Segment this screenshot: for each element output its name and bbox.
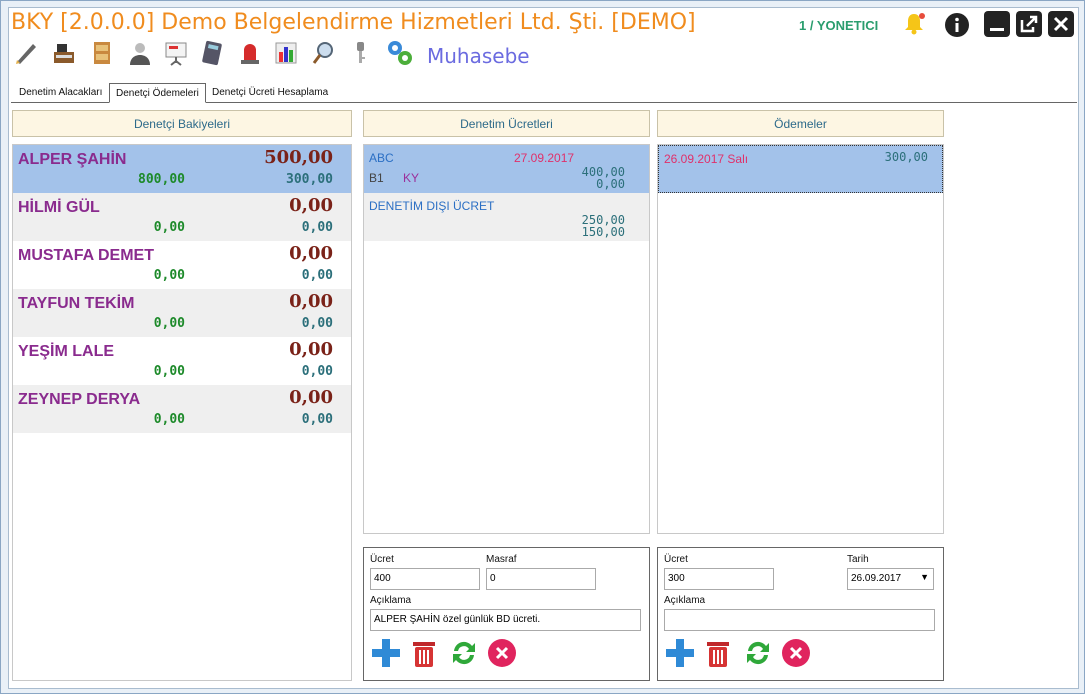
tab-auditor-payments[interactable]: Denetçi Ödemeleri <box>109 83 206 103</box>
pay-ucret-input[interactable]: 300 <box>664 568 774 590</box>
presentation-icon[interactable] <box>163 40 189 66</box>
earned-value: 0,00 <box>153 316 185 331</box>
tab-bar: Denetim Alacakları Denetçi Ödemeleri Den… <box>11 83 1077 103</box>
tab-auditor-fee-calculation[interactable]: Denetçi Ücreti Hesaplama <box>206 83 334 103</box>
list-item[interactable]: ABC 27.09.2017 B1 KY 400,00 0,00 <box>364 145 649 193</box>
fee-client: DENETİM DIŞI ÜCRET <box>369 199 495 213</box>
pay-date-value: 26.09.2017 <box>851 573 902 584</box>
fee-type: KY <box>403 171 420 185</box>
add-icon[interactable] <box>370 637 402 669</box>
balance-value: 0,00 <box>289 387 333 408</box>
list-item[interactable]: MUSTAFA DEMET 0,00 0,00 0,00 <box>13 241 351 289</box>
auditor-name: ALPER ŞAHİN <box>18 151 127 168</box>
pay-tarih-label: Tarih <box>847 554 869 565</box>
list-item[interactable]: YEŞİM LALE 0,00 0,00 0,00 <box>13 337 351 385</box>
balances-header: Denetçi Bakiyeleri <box>12 110 352 137</box>
gears-icon[interactable] <box>385 38 415 68</box>
auditor-name: TAYFUN TEKİM <box>18 295 135 312</box>
payments-header: Ödemeler <box>657 110 944 137</box>
paid-value: 0,00 <box>301 268 333 283</box>
auditor-name: MUSTAFA DEMET <box>18 247 154 264</box>
fee-masraf-label: Masraf <box>486 554 517 565</box>
list-item[interactable]: HİLMİ GÜL 0,00 0,00 0,00 <box>13 193 351 241</box>
list-item[interactable]: ZEYNEP DERYA 0,00 0,00 0,00 <box>13 385 351 433</box>
fee-form: Ücret Masraf 400 0 Açıklama ALPER ŞAHİN … <box>363 547 650 681</box>
auditor-name: ZEYNEP DERYA <box>18 391 141 408</box>
trash-icon[interactable] <box>408 637 440 669</box>
auditor-name: YEŞİM LALE <box>18 343 115 360</box>
tab-audit-receivables[interactable]: Denetim Alacakları <box>13 83 108 103</box>
pen-icon[interactable] <box>13 40 39 66</box>
earned-value: 0,00 <box>153 220 185 235</box>
balance-value: 0,00 <box>289 291 333 312</box>
fees-list[interactable]: ABC 27.09.2017 B1 KY 400,00 0,00 DENETİM… <box>363 144 650 534</box>
paid-value: 0,00 <box>301 220 333 235</box>
paid-value: 300,00 <box>286 172 333 187</box>
balance-value: 500,00 <box>264 147 333 168</box>
fee-client: ABC <box>369 151 394 165</box>
close-button[interactable] <box>1048 11 1074 37</box>
fee-expense: 150,00 <box>581 225 625 239</box>
list-item[interactable]: ALPER ŞAHİN 500,00 800,00 300,00 <box>13 145 351 193</box>
popout-button[interactable] <box>1016 11 1042 37</box>
balance-value: 0,00 <box>289 243 333 264</box>
paid-value: 0,00 <box>301 412 333 427</box>
paid-value: 0,00 <box>301 316 333 331</box>
payment-form: Ücret Tarih 300 26.09.2017 ▼ Açıklama <box>657 547 944 681</box>
fee-expense: 0,00 <box>596 177 625 191</box>
earned-value: 0,00 <box>153 412 185 427</box>
file-cabinet-icon[interactable] <box>89 40 115 66</box>
trash-icon[interactable] <box>702 637 734 669</box>
pay-date-picker[interactable]: 26.09.2017 ▼ <box>847 568 934 590</box>
balance-value: 0,00 <box>289 195 333 216</box>
fee-ucret-label: Ücret <box>370 554 394 565</box>
chevron-down-icon: ▼ <box>920 572 929 582</box>
refresh-icon[interactable] <box>448 637 480 669</box>
cancel-icon[interactable] <box>486 637 518 669</box>
add-icon[interactable] <box>664 637 696 669</box>
payment-date: 26.09.2017 Salı <box>664 152 749 166</box>
pay-aciklama-label: Açıklama <box>664 595 706 606</box>
list-item[interactable]: DENETİM DIŞI ÜCRET 250,00 150,00 <box>364 193 649 241</box>
cancel-icon[interactable] <box>780 637 812 669</box>
calculator-icon[interactable] <box>199 40 225 66</box>
earned-value: 800,00 <box>138 172 185 187</box>
list-item[interactable]: TAYFUN TEKİM 0,00 0,00 0,00 <box>13 289 351 337</box>
minimize-icon <box>990 28 1004 31</box>
siren-icon[interactable] <box>237 40 263 66</box>
fee-aciklama-input[interactable]: ALPER ŞAHİN özel günlük BD ücreti. <box>370 609 641 631</box>
earned-value: 0,00 <box>153 364 185 379</box>
pay-aciklama-input[interactable] <box>664 609 935 631</box>
refresh-icon[interactable] <box>742 637 774 669</box>
payments-list[interactable]: 26.09.2017 Salı 300,00 <box>657 144 944 534</box>
user-label[interactable]: 1 / YONETICI <box>799 18 878 33</box>
fee-aciklama-label: Açıklama <box>370 595 412 606</box>
fee-ucret-input[interactable]: 400 <box>370 568 480 590</box>
minimize-button[interactable] <box>984 11 1010 37</box>
balances-list[interactable]: ALPER ŞAHİN 500,00 800,00 300,00 HİLMİ G… <box>12 144 352 681</box>
app-title: BKY [2.0.0.0] Demo Belgelendirme Hizmetl… <box>11 10 696 35</box>
balance-value: 0,00 <box>289 339 333 360</box>
close-icon <box>1053 16 1069 32</box>
external-link-icon <box>1020 15 1038 33</box>
payment-amount: 300,00 <box>884 150 928 164</box>
fee-masraf-input[interactable]: 0 <box>486 568 596 590</box>
earned-value: 0,00 <box>153 268 185 283</box>
pay-ucret-label: Ücret <box>664 554 688 565</box>
person-icon[interactable] <box>127 40 153 66</box>
app-window: BKY [2.0.0.0] Demo Belgelendirme Hizmetl… <box>0 0 1085 694</box>
magnifier-icon[interactable] <box>311 40 337 66</box>
fee-code: B1 <box>369 171 384 185</box>
fees-header: Denetim Ücretleri <box>363 110 650 137</box>
info-icon[interactable] <box>944 12 970 38</box>
bar-chart-icon[interactable] <box>273 40 299 66</box>
bell-icon[interactable] <box>901 11 927 37</box>
cash-register-icon[interactable] <box>51 40 77 66</box>
list-item[interactable]: 26.09.2017 Salı 300,00 <box>658 145 943 193</box>
module-label: Muhasebe <box>427 44 530 68</box>
fee-date: 27.09.2017 <box>514 151 575 165</box>
key-icon[interactable] <box>347 40 373 66</box>
auditor-name: HİLMİ GÜL <box>18 199 100 216</box>
paid-value: 0,00 <box>301 364 333 379</box>
